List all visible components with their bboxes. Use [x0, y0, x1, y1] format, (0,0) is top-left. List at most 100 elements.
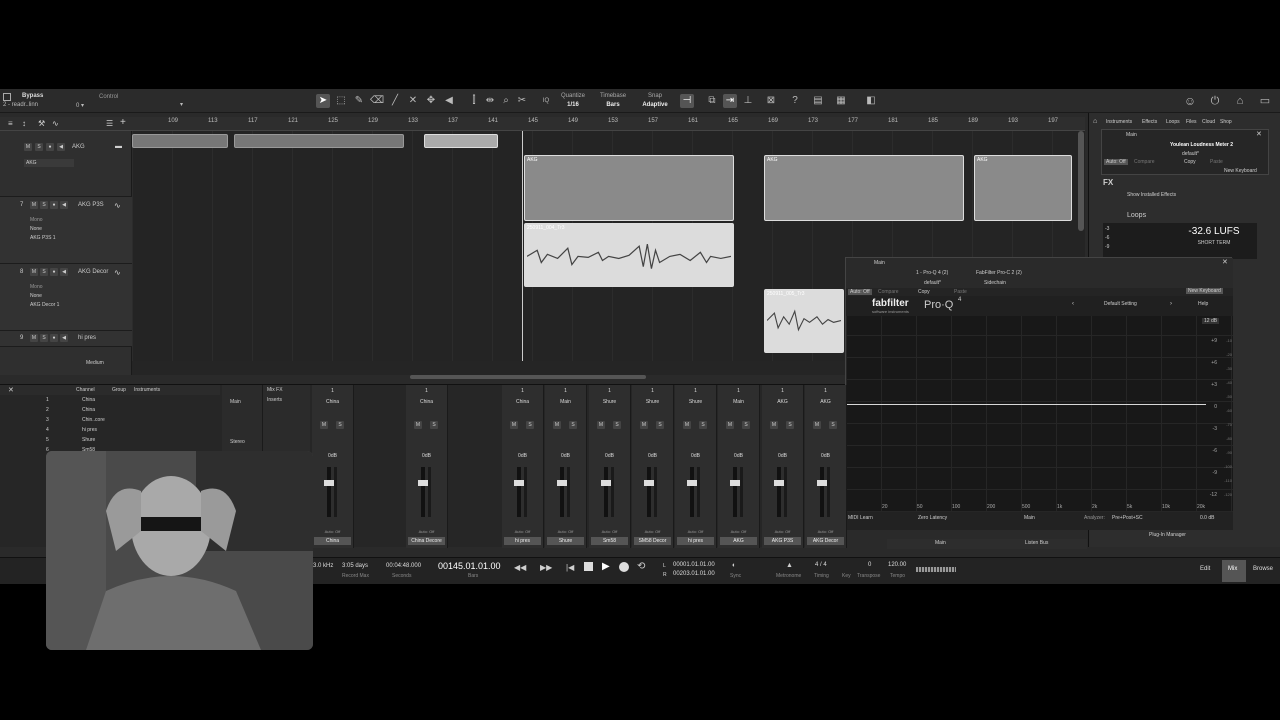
- waveform-icon[interactable]: ∿: [114, 268, 121, 277]
- channel-label[interactable]: China: [314, 537, 351, 545]
- volume-fader[interactable]: [687, 467, 697, 517]
- channel-list-item[interactable]: 2 China: [38, 407, 218, 417]
- range-select[interactable]: 12 dB: [1202, 318, 1220, 324]
- track-input[interactable]: None: [30, 293, 42, 299]
- mute-button[interactable]: M: [30, 268, 38, 276]
- plugin-name[interactable]: Youlean Loudness Meter 2: [1170, 142, 1233, 148]
- home-icon[interactable]: ⌂: [1093, 118, 1097, 125]
- record-button[interactable]: ●: [50, 334, 58, 342]
- close-icon[interactable]: ✕: [1256, 130, 1262, 138]
- record-button[interactable]: ●: [46, 143, 54, 151]
- monitor-button[interactable]: ◀: [60, 334, 68, 342]
- channel-list-item[interactable]: 5 Shure: [38, 437, 218, 447]
- fader-cap[interactable]: [514, 480, 524, 486]
- time-display[interactable]: 00:04:48.000: [386, 563, 421, 569]
- loop-left[interactable]: 00001.01.01.00: [673, 562, 715, 568]
- track-name[interactable]: hi pres: [78, 335, 96, 341]
- tab-group[interactable]: Group: [112, 387, 126, 393]
- snap-value[interactable]: Adaptive: [638, 102, 672, 108]
- mute-button[interactable]: M: [813, 421, 821, 429]
- eq-display[interactable]: 12 dB +9 +6 +3 0 -3 -6 -9 -12 -10 -20 -30 -40 -50 -60…: [846, 316, 1233, 512]
- mix-button[interactable]: Mix: [1228, 566, 1237, 572]
- midi-learn-button[interactable]: MIDI Learn: [848, 515, 873, 521]
- record-button[interactable]: ●: [50, 268, 58, 276]
- monitor-button[interactable]: ◀: [60, 268, 68, 276]
- folder-clip[interactable]: AKG: [764, 155, 964, 221]
- bend-tool-icon[interactable]: ✥: [424, 94, 438, 108]
- channel-label[interactable]: AKG Decor: [807, 537, 844, 545]
- play-icon[interactable]: ▶: [602, 561, 610, 572]
- solo-button[interactable]: S: [40, 201, 48, 209]
- volume-fader[interactable]: [601, 467, 611, 517]
- eraser-tool-icon[interactable]: ⌫: [370, 94, 384, 108]
- tab-channel[interactable]: Channel: [76, 387, 95, 393]
- mute-button[interactable]: M: [320, 421, 328, 429]
- power-icon[interactable]: ⏻: [1208, 94, 1222, 108]
- solo-button[interactable]: S: [569, 421, 577, 429]
- audio-clip[interactable]: 250911_004_Tr3: [524, 223, 734, 287]
- monitor-button[interactable]: ◀: [57, 143, 65, 151]
- stretch-icon[interactable]: ⇹: [483, 94, 497, 108]
- help-icon[interactable]: ?: [788, 94, 802, 108]
- close-icon[interactable]: ✕: [1222, 258, 1228, 266]
- autoscroll-icon[interactable]: ⇥: [723, 94, 737, 108]
- crossfade-icon[interactable]: ⊠: [764, 94, 778, 108]
- loops-label[interactable]: Loops: [1127, 212, 1146, 219]
- vertical-scrollbar[interactable]: [1078, 131, 1084, 231]
- tab-shop[interactable]: Shop: [1220, 119, 1232, 125]
- volume-fader[interactable]: [730, 467, 740, 517]
- folder-clip[interactable]: AKG: [974, 155, 1072, 221]
- copy-button[interactable]: Copy: [918, 289, 930, 295]
- snap-grid-icon[interactable]: ⊣: [680, 94, 694, 108]
- channel-strip[interactable]: 1 China 0dB China M S Auto: Off: [312, 385, 354, 548]
- solo-button[interactable]: S: [35, 143, 43, 151]
- menu-icon[interactable]: ≡: [8, 119, 13, 128]
- mute-button[interactable]: M: [726, 421, 734, 429]
- tab-files[interactable]: Files: [1186, 119, 1197, 125]
- prev-preset-icon[interactable]: ‹: [1072, 301, 1074, 307]
- solo-button[interactable]: S: [742, 421, 750, 429]
- compare-button[interactable]: Compare: [878, 289, 899, 295]
- new-keyboard-button[interactable]: New Keyboard: [1186, 288, 1223, 294]
- automation-mode[interactable]: Auto: Off: [589, 529, 630, 534]
- transpose-value[interactable]: 0: [868, 562, 871, 568]
- automation-mode[interactable]: Auto: Off: [632, 529, 673, 534]
- analyzer-value[interactable]: Pre+Post+SC: [1112, 515, 1143, 521]
- eq-curve[interactable]: [846, 404, 1206, 405]
- channel-label[interactable]: Shure: [547, 537, 584, 545]
- mute-button[interactable]: M: [770, 421, 778, 429]
- mute-button[interactable]: M: [597, 421, 605, 429]
- clip[interactable]: [234, 134, 404, 148]
- track-mode[interactable]: Mono: [30, 284, 43, 290]
- window-icon[interactable]: ▭: [1258, 94, 1272, 108]
- audio-clip[interactable]: 250911_005_Tr3: [764, 289, 844, 353]
- preset-select[interactable]: default*: [1182, 151, 1199, 157]
- mute-button[interactable]: M: [30, 201, 38, 209]
- track-output[interactable]: AKG Decor 1: [30, 302, 59, 308]
- track-input-select[interactable]: AKG: [24, 159, 74, 167]
- compare-button[interactable]: Compare: [1134, 159, 1155, 165]
- list-icon[interactable]: ☰: [106, 119, 113, 128]
- playhead[interactable]: [522, 131, 523, 361]
- channel-strip[interactable]: 1 Main 0dB AKG M S Auto: Off: [718, 385, 760, 548]
- listen-tool-icon[interactable]: ◀: [442, 94, 456, 108]
- auto-off-button[interactable]: Auto: Off: [1104, 159, 1128, 165]
- plugin-slot[interactable]: 1 - Pro-Q 4 (2): [916, 270, 948, 276]
- channel-strip[interactable]: 1 Shure 0dB Sm58 M S Auto: Off: [589, 385, 631, 548]
- clip[interactable]: [424, 134, 498, 148]
- solo-button[interactable]: S: [829, 421, 837, 429]
- pencil-tool-icon[interactable]: ✎: [352, 94, 366, 108]
- arrow-tool-icon[interactable]: ➤: [316, 94, 330, 108]
- fader-cap[interactable]: [418, 480, 428, 486]
- scissors-icon[interactable]: ✂: [515, 94, 529, 108]
- latency-mode[interactable]: Zero Latency: [918, 515, 947, 521]
- mute-tool-icon[interactable]: ✕: [406, 94, 420, 108]
- volume-fader[interactable]: [324, 467, 334, 517]
- tab-cloud[interactable]: Cloud: [1202, 119, 1215, 125]
- automation-mode[interactable]: Auto: Off: [545, 529, 586, 534]
- edit-button[interactable]: Edit: [1200, 566, 1210, 572]
- home-icon[interactable]: ⌂: [1233, 94, 1247, 108]
- waveform-icon[interactable]: ∿: [114, 201, 121, 210]
- solo-button[interactable]: S: [613, 421, 621, 429]
- zoom-level[interactable]: Medium: [86, 360, 104, 366]
